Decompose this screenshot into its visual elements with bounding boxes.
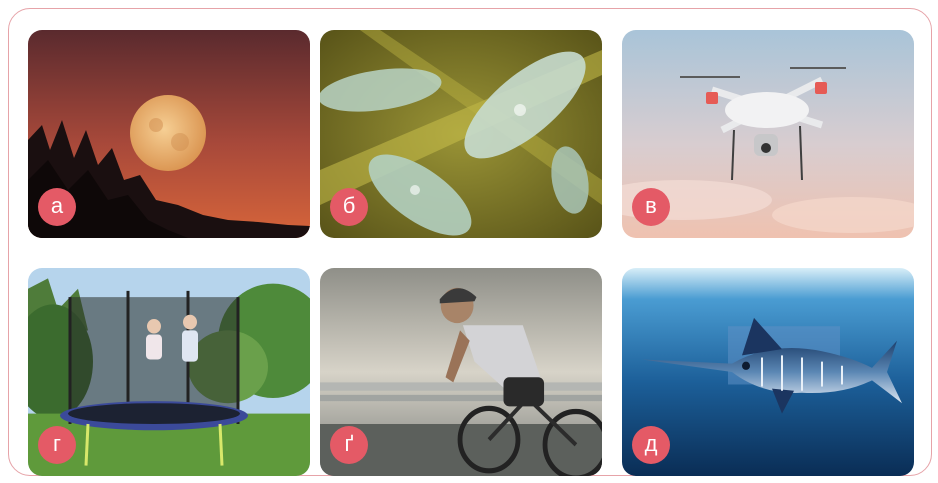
panel-label-v: в xyxy=(632,188,670,226)
panel-paramecium: б xyxy=(320,30,602,238)
panel-cyclist: ґ xyxy=(320,268,602,476)
panel-label-g: ґ xyxy=(330,426,368,464)
panel-label-d: д xyxy=(632,426,670,464)
panel-label-h: г xyxy=(38,426,76,464)
panel-label-b: б xyxy=(330,188,368,226)
panel-drone: в xyxy=(622,30,914,238)
panel-trampoline: г xyxy=(28,268,310,476)
panel-moon: а xyxy=(28,30,310,238)
panel-swordfish: д xyxy=(622,268,914,476)
panel-label-a: а xyxy=(38,188,76,226)
